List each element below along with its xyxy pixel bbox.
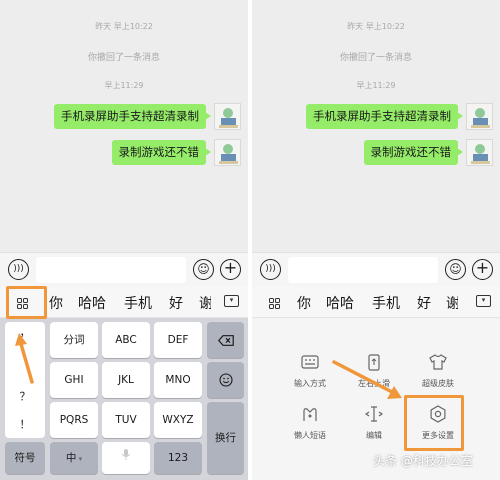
annotation-arrow	[15, 333, 34, 384]
annotation-arrow	[332, 360, 402, 399]
left-screenshot: 昨天 早上10:22 你撤回了一条消息 早上11:29 手机录屏助手支持超清录制…	[0, 0, 248, 480]
right-screenshot: 昨天 早上10:22 你撤回了一条消息 早上11:29 手机录屏助手支持超清录制…	[252, 0, 500, 480]
watermark: 头条 @科技办公室	[373, 454, 473, 468]
